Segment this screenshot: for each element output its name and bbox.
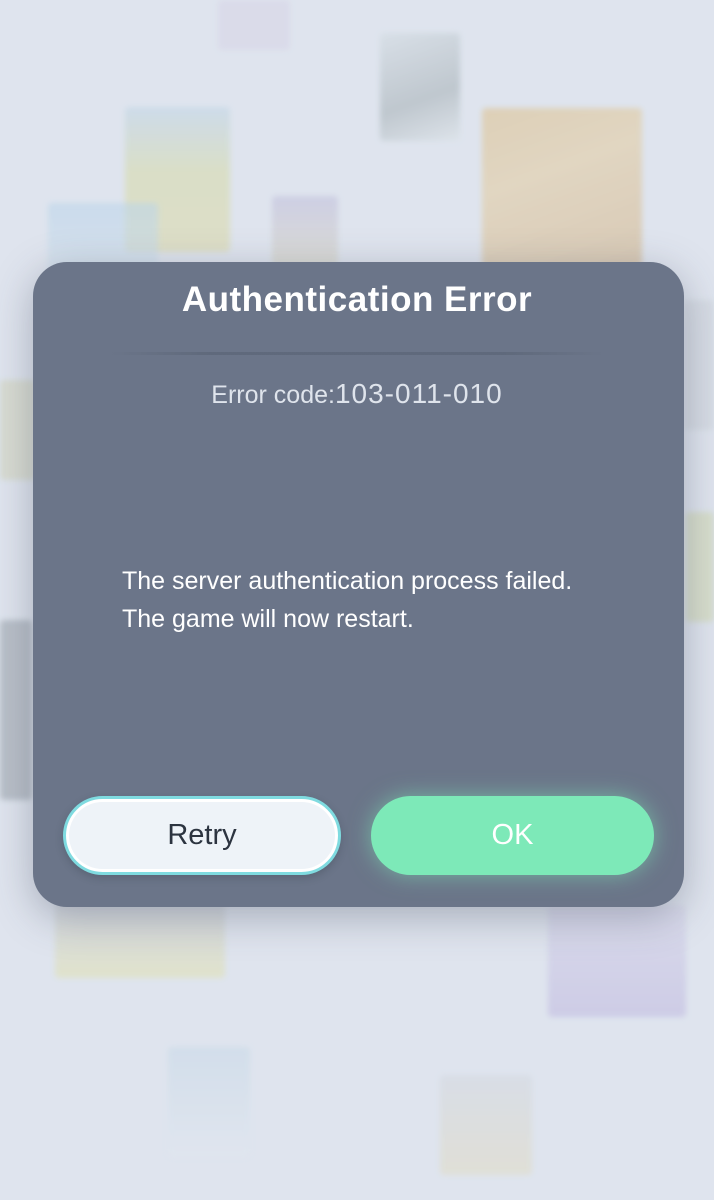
retry-button-label: Retry [167, 819, 237, 851]
error-code-value: 103-011-010 [334, 378, 503, 409]
error-message-line: The game will now restart. [122, 605, 414, 633]
game-screen: Authentication Error Error code:103-011-… [0, 0, 714, 1200]
title-divider [110, 352, 604, 355]
error-code-label: Error code: [211, 381, 335, 409]
error-message-line: The server authentication process failed… [122, 567, 573, 595]
ok-button-label: OK [491, 819, 534, 851]
retry-button[interactable]: Retry [63, 796, 341, 875]
ok-button[interactable]: OK [371, 796, 654, 875]
error-code: Error code:103-011-010 [0, 378, 714, 410]
dialog-title: Authentication Error [181, 280, 533, 319]
error-message: The server authentication process failed… [122, 562, 642, 638]
